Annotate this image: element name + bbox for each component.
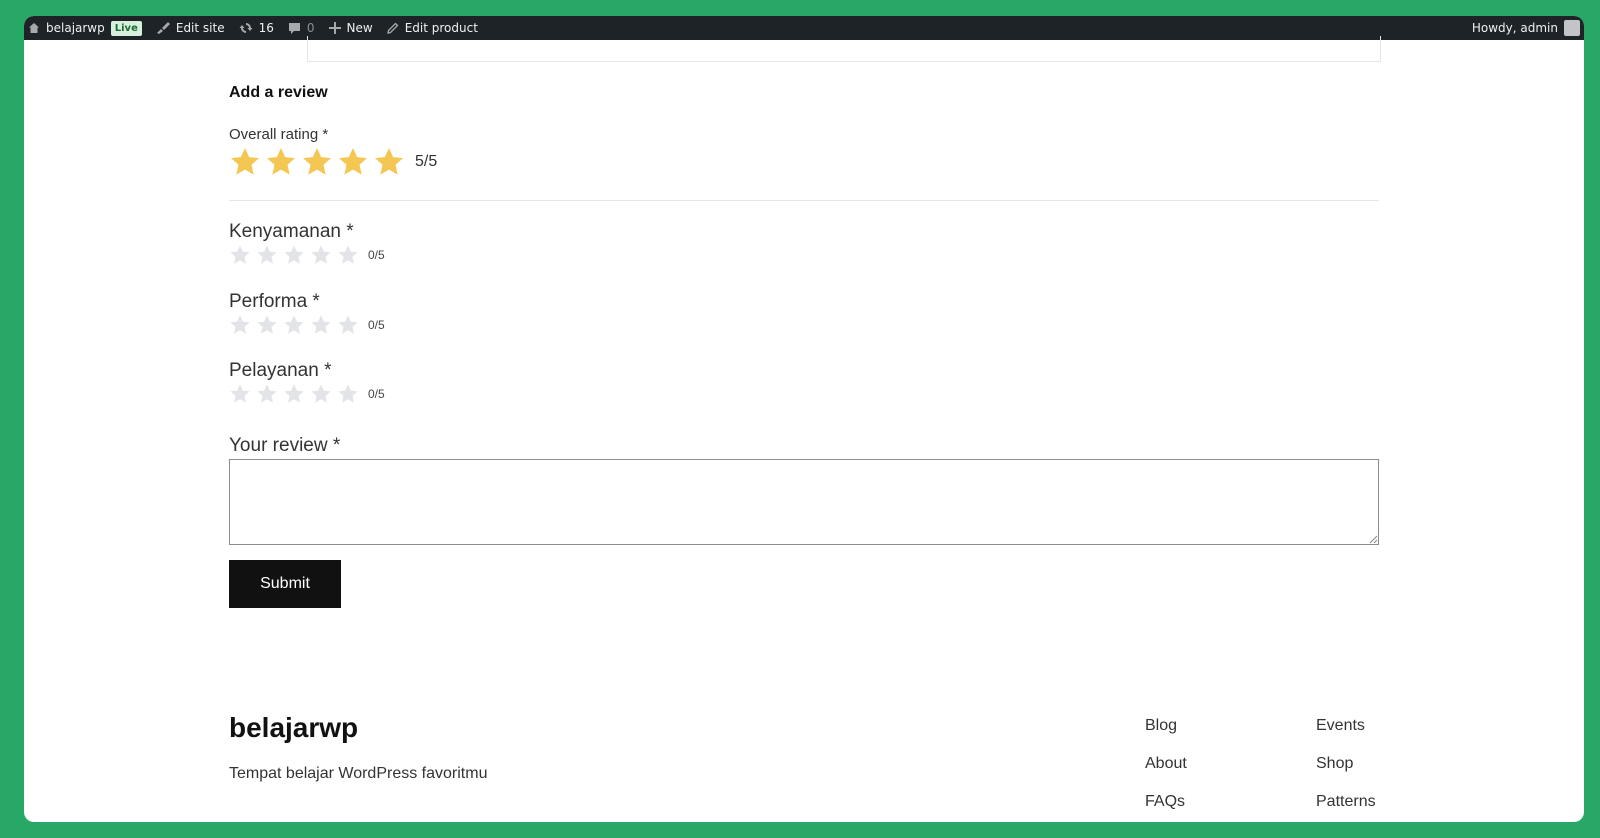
- star-filled-icon[interactable]: [373, 146, 405, 178]
- star-empty-icon[interactable]: [310, 383, 332, 405]
- updates-icon: [239, 23, 253, 33]
- star-filled-icon[interactable]: [337, 146, 369, 178]
- overall-rating-label: Overall rating *: [229, 126, 329, 143]
- footer-link[interactable]: Patterns: [1316, 792, 1376, 822]
- star-empty-icon[interactable]: [256, 314, 278, 336]
- criterion-stars: 0/5: [229, 383, 385, 405]
- criterion-stars: 0/5: [229, 244, 385, 266]
- previous-section-box: [307, 36, 1381, 62]
- comment-icon: [288, 22, 300, 34]
- criterion-stars: 0/5: [229, 314, 385, 336]
- plus-icon: [328, 22, 341, 34]
- admin-bar-edit-site[interactable]: Edit site: [156, 16, 225, 40]
- footer-links-column-1: Blog About FAQs: [1145, 716, 1187, 822]
- edit-site-label: Edit site: [175, 21, 225, 35]
- star-empty-icon[interactable]: [256, 383, 278, 405]
- star-empty-icon[interactable]: [337, 244, 359, 266]
- criterion-label: Kenyamanan *: [229, 221, 354, 242]
- star-filled-icon[interactable]: [229, 146, 261, 178]
- review-textarea[interactable]: [229, 459, 1379, 545]
- overall-rating-score: 5/5: [415, 153, 438, 170]
- review-label: Your review *: [229, 435, 341, 456]
- avatar: [1564, 20, 1580, 36]
- edit-product-label: Edit product: [404, 21, 478, 35]
- divider: [229, 200, 1379, 201]
- footer-link[interactable]: FAQs: [1145, 792, 1187, 822]
- star-empty-icon[interactable]: [283, 383, 305, 405]
- site-name: belajarwp: [46, 21, 105, 35]
- criterion-score: 0/5: [368, 248, 385, 262]
- howdy-label: Howdy, admin: [1471, 21, 1558, 35]
- star-empty-icon[interactable]: [283, 314, 305, 336]
- footer-link[interactable]: Events: [1316, 716, 1376, 754]
- criterion-score: 0/5: [368, 318, 385, 332]
- criterion-score: 0/5: [368, 387, 385, 401]
- resize-grip-icon[interactable]: [1369, 535, 1378, 544]
- star-empty-icon[interactable]: [229, 383, 251, 405]
- star-empty-icon[interactable]: [310, 314, 332, 336]
- criterion-label: Pelayanan *: [229, 360, 332, 381]
- star-empty-icon[interactable]: [310, 244, 332, 266]
- footer-link[interactable]: Shop: [1316, 754, 1376, 792]
- new-label: New: [346, 21, 373, 35]
- admin-bar-account[interactable]: Howdy, admin: [1472, 16, 1580, 40]
- comments-count: 0: [306, 21, 315, 35]
- criterion-label: Performa *: [229, 291, 320, 312]
- footer-site-title[interactable]: belajarwp: [229, 712, 358, 744]
- home-icon: [29, 23, 39, 33]
- footer-link[interactable]: Blog: [1145, 716, 1187, 754]
- admin-bar-updates[interactable]: 16: [239, 16, 274, 40]
- star-empty-icon[interactable]: [337, 383, 359, 405]
- pencil-icon: [386, 22, 399, 34]
- footer-links-column-2: Events Shop Patterns: [1316, 716, 1376, 822]
- star-empty-icon[interactable]: [256, 244, 278, 266]
- star-empty-icon[interactable]: [337, 314, 359, 336]
- star-empty-icon[interactable]: [229, 314, 251, 336]
- updates-count: 16: [258, 21, 274, 35]
- star-empty-icon[interactable]: [283, 244, 305, 266]
- star-filled-icon[interactable]: [265, 146, 297, 178]
- browser-window: belajarwp Live Edit site 16 0 New Edit p…: [24, 16, 1584, 822]
- star-filled-icon[interactable]: [301, 146, 333, 178]
- star-empty-icon[interactable]: [229, 244, 251, 266]
- submit-button[interactable]: Submit: [229, 560, 341, 608]
- brush-icon: [156, 22, 170, 34]
- footer-tagline: Tempat belajar WordPress favoritmu: [229, 765, 488, 782]
- review-form-title: Add a review: [229, 84, 328, 101]
- admin-bar-site[interactable]: belajarwp Live: [28, 16, 142, 40]
- overall-rating-stars: 5/5: [229, 146, 437, 178]
- live-badge: Live: [110, 20, 142, 36]
- footer-link[interactable]: About: [1145, 754, 1187, 792]
